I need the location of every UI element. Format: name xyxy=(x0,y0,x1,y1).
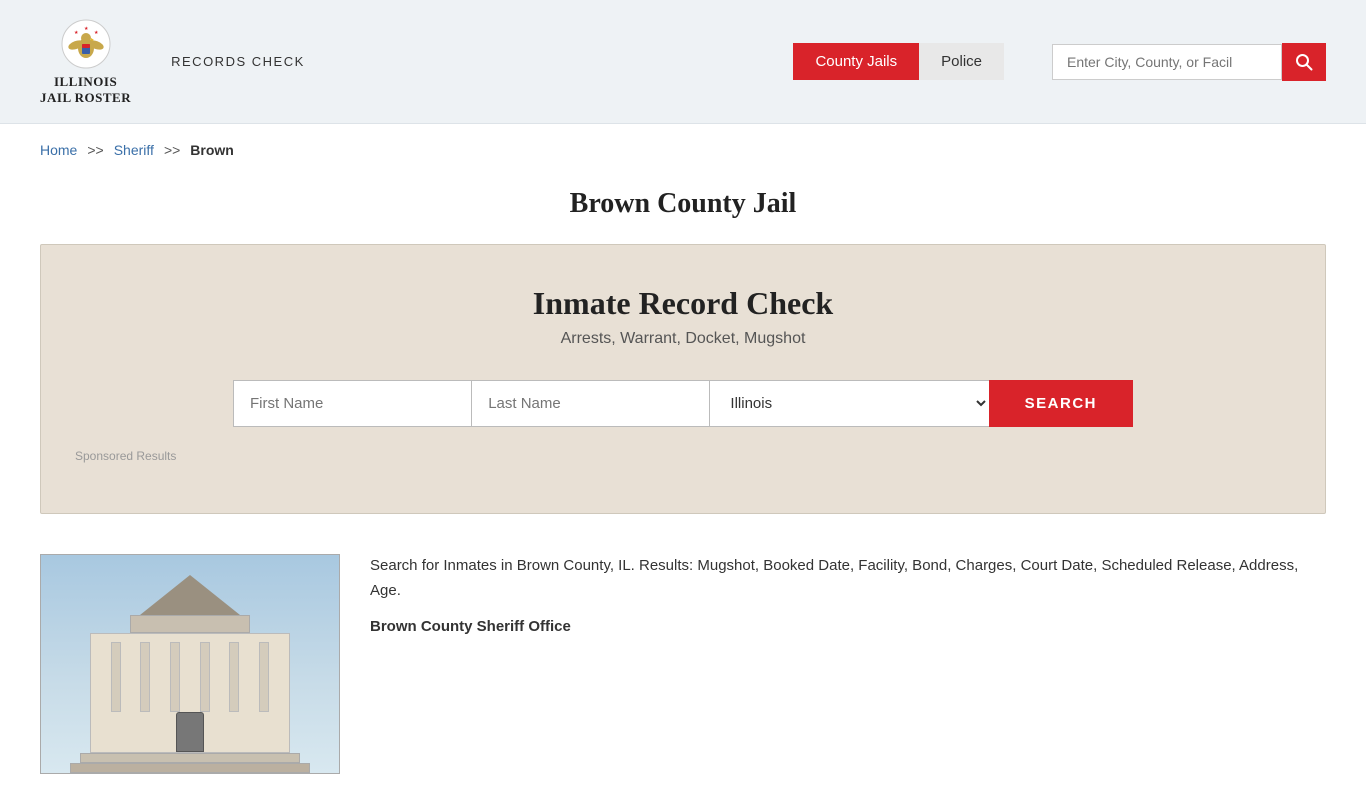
breadcrumb-sep-2: >> xyxy=(164,142,180,158)
header-search-input[interactable] xyxy=(1052,44,1282,80)
police-button[interactable]: Police xyxy=(919,43,1004,80)
content-section: Search for Inmates in Brown County, IL. … xyxy=(0,544,1366,804)
content-subheading: Brown County Sheriff Office xyxy=(370,618,1326,635)
header-search-button[interactable] xyxy=(1282,43,1326,81)
sponsored-label: Sponsored Results xyxy=(71,449,1295,463)
breadcrumb-sep-1: >> xyxy=(87,142,103,158)
content-text: Search for Inmates in Brown County, IL. … xyxy=(370,554,1326,774)
last-name-input[interactable] xyxy=(471,380,709,427)
breadcrumb-home[interactable]: Home xyxy=(40,142,77,158)
inmate-search-button[interactable]: SEARCH xyxy=(989,380,1133,427)
illinois-seal-icon: ★ ★ ★ xyxy=(60,18,112,70)
inmate-panel-title: Inmate Record Check xyxy=(71,285,1295,322)
facility-image xyxy=(40,554,340,774)
inmate-search-row: AlabamaAlaskaArizonaArkansasCaliforniaCo… xyxy=(233,380,1133,427)
main-nav: County Jails Police xyxy=(793,43,1004,80)
breadcrumb: Home >> Sheriff >> Brown xyxy=(0,124,1366,170)
inmate-panel-subtitle: Arrests, Warrant, Docket, Mugshot xyxy=(71,330,1295,348)
site-logo[interactable]: ★ ★ ★ ILLINOISJAIL ROSTER xyxy=(40,18,131,105)
logo-text: ILLINOISJAIL ROSTER xyxy=(40,74,131,105)
svg-text:★: ★ xyxy=(74,30,79,36)
inmate-panel: Inmate Record Check Arrests, Warrant, Do… xyxy=(40,244,1326,514)
header: ★ ★ ★ ILLINOISJAIL ROSTER RECORDS CHECK … xyxy=(0,0,1366,124)
header-search xyxy=(1052,43,1326,81)
page-title-area: Brown County Jail xyxy=(0,170,1366,244)
first-name-input[interactable] xyxy=(233,380,471,427)
svg-text:★: ★ xyxy=(94,30,99,36)
state-select[interactable]: AlabamaAlaskaArizonaArkansasCaliforniaCo… xyxy=(709,380,988,427)
records-check-link[interactable]: RECORDS CHECK xyxy=(171,54,305,69)
breadcrumb-current: Brown xyxy=(190,142,234,158)
search-icon xyxy=(1295,53,1313,71)
breadcrumb-sheriff[interactable]: Sheriff xyxy=(114,142,154,158)
svg-text:★: ★ xyxy=(84,26,89,32)
page-title: Brown County Jail xyxy=(40,188,1326,220)
county-jails-button[interactable]: County Jails xyxy=(793,43,919,80)
content-description: Search for Inmates in Brown County, IL. … xyxy=(370,554,1326,604)
